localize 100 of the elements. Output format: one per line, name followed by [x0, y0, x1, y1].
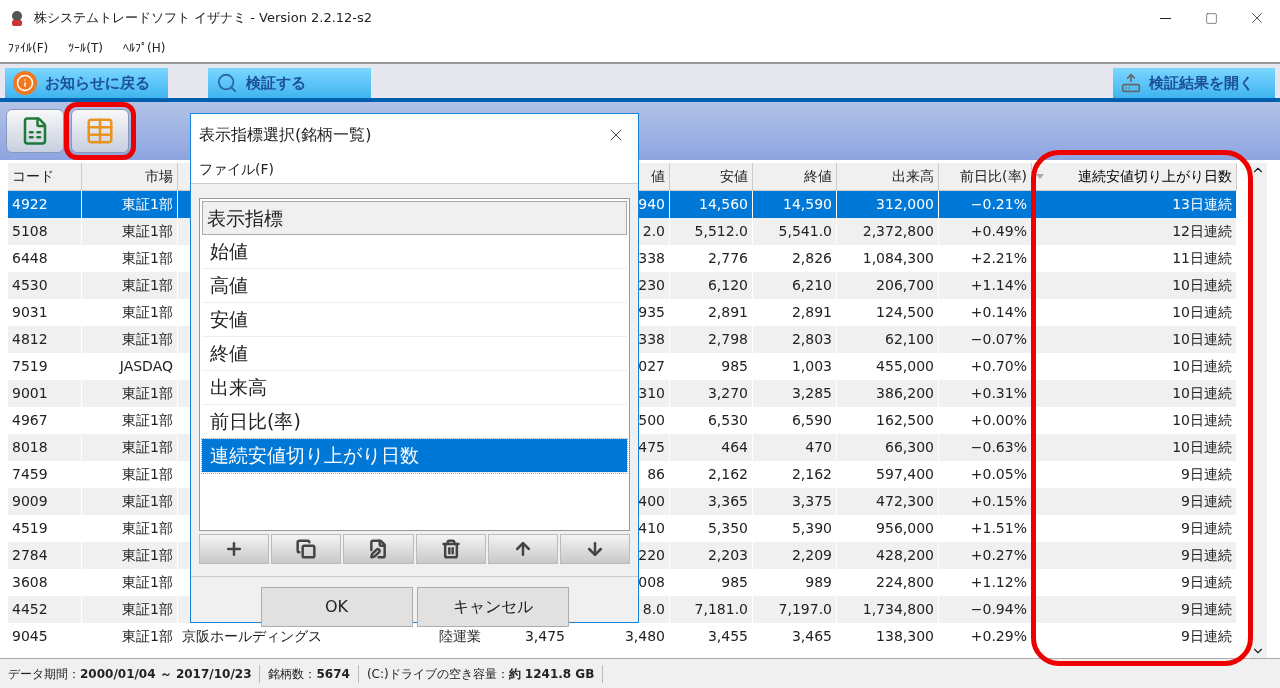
table-cell-text: 2784 [12, 546, 48, 565]
table-cell-text: 940 [638, 195, 665, 214]
table-cell-text: 4530 [12, 276, 48, 295]
table-cell-text: −0.94% [970, 600, 1027, 619]
table-cell-text: 3,475 [524, 627, 565, 646]
table-cell-text: 935 [638, 303, 665, 322]
table-cell-text: 66,300 [885, 438, 934, 457]
table-cell-text: 東証1部 [122, 411, 173, 430]
table-cell-text: 597,400 [876, 465, 934, 484]
table-cell-text: 2,209 [791, 546, 832, 565]
table-cell-text: +0.29% [970, 627, 1027, 646]
status-text: (C:)ドライブの空き容量：約 1241.8 GB [358, 664, 604, 683]
table-cell-text: 2,776 [707, 249, 748, 268]
table-cell-text: 7,197.0 [778, 600, 832, 619]
table-cell-text: 86 [647, 465, 665, 484]
table-cell-text: 東証1部 [122, 465, 173, 484]
table-cell-text: +0.05% [970, 465, 1027, 484]
table-cell-text: 4922 [12, 195, 48, 214]
table-cell-text: 3,375 [791, 492, 832, 511]
table-cell-text: 4519 [12, 519, 48, 538]
table-cell-text: 2,891 [791, 303, 832, 322]
table-cell-text: 027 [638, 357, 665, 376]
table-cell-text: +0.00% [970, 411, 1027, 430]
table-cell-text: +2.21% [970, 249, 1027, 268]
table-cell-text: 2,891 [707, 303, 748, 322]
table-cell-text: 1,003 [791, 357, 832, 376]
table-cell-text: 6,590 [791, 411, 832, 430]
table-cell-text: 2,803 [791, 330, 832, 349]
table-cell-text: +0.14% [970, 303, 1027, 322]
table-cell-text: 6,120 [707, 276, 748, 295]
table-cell-text: +1.51% [970, 519, 1027, 538]
list-header: 表示指標 [202, 201, 627, 235]
table-cell-text: 10日連続 [1172, 276, 1232, 295]
table-cell-text: 東証1部 [122, 276, 173, 295]
table-cell-text: +0.27% [970, 546, 1027, 565]
table-cell-text: 989 [805, 573, 832, 592]
table-cell-text: 5,512.0 [694, 222, 748, 241]
table-cell-text: 東証1部 [122, 249, 173, 268]
table-cell-text: 2,826 [791, 249, 832, 268]
table-cell-text: 5108 [12, 222, 48, 241]
table-cell-text: 10日連続 [1172, 303, 1232, 322]
table-cell-text: 9031 [12, 303, 48, 322]
table-cell-text: 9日連続 [1181, 465, 1232, 484]
status-text: 銘柄数：5674 [260, 664, 359, 683]
table-cell-text: 310 [638, 384, 665, 403]
table-cell-text: 10日連続 [1172, 357, 1232, 376]
table-cell-text: 東証1部 [122, 600, 173, 619]
table-cell-text: 6,530 [707, 411, 748, 430]
table-cell-text: 008 [638, 573, 665, 592]
table-cell-text: 9045 [12, 627, 48, 646]
table-cell-text: 3,455 [707, 627, 748, 646]
table-cell-text: 東証1部 [122, 492, 173, 511]
table-cell-text: 9日連続 [1181, 573, 1232, 592]
table-cell-text: 138,300 [876, 627, 934, 646]
table-cell-text: 338 [638, 249, 665, 268]
table-cell-text: 62,100 [885, 330, 934, 349]
table-cell-text: 9日連続 [1181, 600, 1232, 619]
table-cell-text: 985 [721, 573, 748, 592]
table-cell-text: 東証1部 [122, 438, 173, 457]
table-cell-text: 338 [638, 330, 665, 349]
table-cell-text: −0.63% [970, 438, 1027, 457]
table-cell-text: JASDAQ [119, 357, 173, 376]
table-cell-text: 東証1部 [122, 303, 173, 322]
table-cell-text: 464 [721, 438, 748, 457]
table-cell-text: 東証1部 [122, 384, 173, 403]
table-cell-text: 985 [721, 357, 748, 376]
table-cell-text: 10日連続 [1172, 438, 1232, 457]
table-cell-text: 3608 [12, 573, 48, 592]
table-cell-text: +1.14% [970, 276, 1027, 295]
table-cell-text: 956,000 [876, 519, 934, 538]
status-text: データ期間：2000/01/04 ～ 2017/10/23 [0, 664, 261, 683]
table-cell-text: 4452 [12, 600, 48, 619]
table-cell-text: +0.15% [970, 492, 1027, 511]
table-cell-text: 400 [638, 492, 665, 511]
table-cell-text: 陸運業 [439, 627, 481, 646]
table-cell-text: 2.0 [642, 222, 665, 241]
table-cell-text: 2,372,800 [862, 222, 934, 241]
table-cell-text: 3,365 [707, 492, 748, 511]
table-cell-text: 428,200 [876, 546, 934, 565]
table-cell-text: 475 [638, 438, 665, 457]
table-cell-text: 224,800 [876, 573, 934, 592]
table-cell-text: 12日連続 [1172, 222, 1232, 241]
table-cell-text: +0.70% [970, 357, 1027, 376]
table-cell-text: 14,560 [699, 195, 748, 214]
table-cell-text: 10日連続 [1172, 411, 1232, 430]
table-cell-text: 5,390 [791, 519, 832, 538]
table-cell-text: 230 [638, 276, 665, 295]
table-cell-text: 470 [805, 438, 832, 457]
table-cell-text: 3,270 [707, 384, 748, 403]
table-cell-text: 1,734,800 [862, 600, 934, 619]
dialog-title: 表示指標選択(銘柄一覧) [199, 124, 372, 146]
table-cell-text: 3,480 [624, 627, 665, 646]
table-cell-text: +0.49% [970, 222, 1027, 241]
table-cell-text: 東証1部 [122, 546, 173, 565]
table-cell-text: 13日連続 [1172, 195, 1232, 214]
table-cell-text: 455,000 [876, 357, 934, 376]
table-cell-text: 4967 [12, 411, 48, 430]
table-cell-text: −0.21% [970, 195, 1027, 214]
table-cell-text: 14,590 [783, 195, 832, 214]
table-cell-text: 5,541.0 [778, 222, 832, 241]
